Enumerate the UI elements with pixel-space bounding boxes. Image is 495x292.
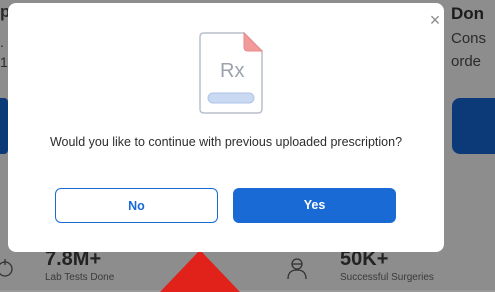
right-card-line-2: orde <box>451 53 482 70</box>
surgeon-icon <box>287 258 307 280</box>
dialog-question: Would you like to continue with previous… <box>49 135 403 149</box>
microscope-icon <box>0 259 13 277</box>
stat-label-surgeries: Successful Surgeries <box>340 272 434 283</box>
prescription-dialog: × Rx Would you like to continue with pre… <box>8 3 444 252</box>
yes-button[interactable]: Yes <box>233 188 396 223</box>
right-card-title: Don <box>451 4 485 23</box>
right-card-button <box>452 98 495 154</box>
rx-text: Rx <box>220 60 244 82</box>
no-button[interactable]: No <box>55 188 218 223</box>
left-card-text-fragment: . <box>0 34 4 50</box>
red-arrow-indicator <box>160 250 240 292</box>
left-card-button <box>0 98 8 154</box>
right-card-line-1: Cons <box>451 30 487 47</box>
close-icon[interactable]: × <box>426 11 444 29</box>
stat-label-lab-tests: Lab Tests Done <box>45 272 115 283</box>
prescription-icon: Rx <box>199 31 264 114</box>
left-card-text-fragment-2: 1 <box>0 54 8 70</box>
